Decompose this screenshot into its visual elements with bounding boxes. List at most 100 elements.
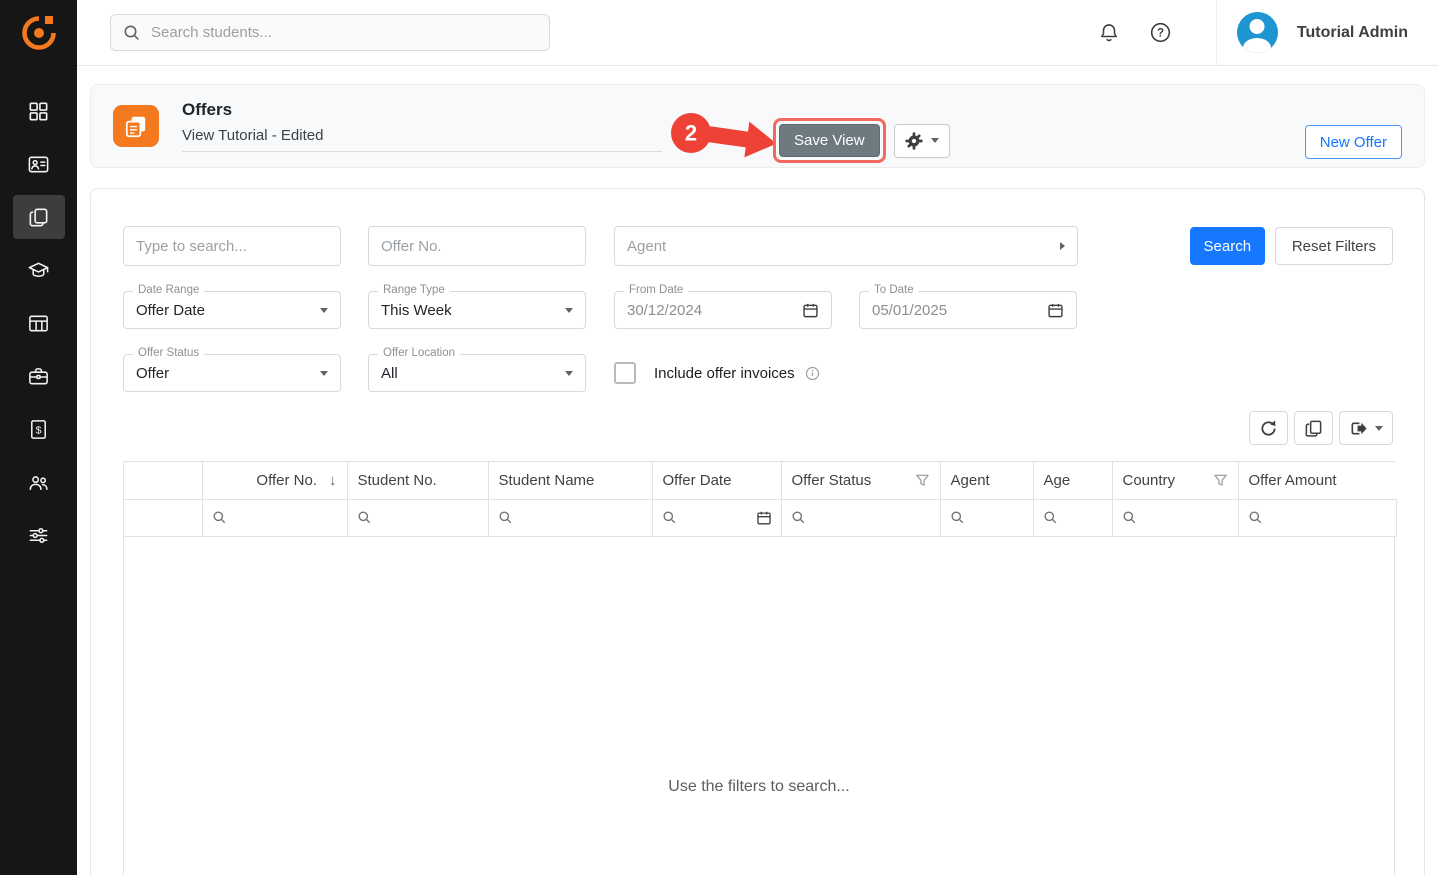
help-icon: ?	[1149, 21, 1172, 44]
copy-button[interactable]	[1294, 411, 1333, 445]
filter-cell-country[interactable]	[1112, 499, 1238, 536]
column-header-offer-date[interactable]: Offer Date	[652, 462, 781, 499]
gear-icon	[904, 131, 924, 151]
calendar-icon[interactable]	[802, 302, 819, 319]
filter-cell-offer-status[interactable]	[781, 499, 940, 536]
sidebar-item-courses[interactable]	[13, 248, 65, 292]
offer-location-select[interactable]: Offer Location All	[368, 354, 586, 392]
offers-icon	[27, 206, 50, 229]
search-icon	[498, 510, 513, 525]
filter-cell-offer-amount[interactable]	[1238, 499, 1396, 536]
brand-logo[interactable]	[0, 0, 77, 65]
sidebar-nav: $	[0, 65, 77, 557]
sidebar-item-dashboard[interactable]	[13, 89, 65, 133]
column-header-student-no[interactable]: Student No.	[347, 462, 488, 499]
column-header-age[interactable]: Age	[1033, 462, 1112, 499]
column-header-agent[interactable]: Agent	[940, 462, 1033, 499]
to-date-field[interactable]: To Date 05/01/2025	[859, 291, 1077, 329]
briefcase-icon	[27, 365, 50, 388]
chevron-down-icon	[1375, 426, 1383, 431]
sidebar-item-students[interactable]	[13, 142, 65, 186]
offers-grid: Offer No. ↓ Student No. Student Name Off…	[123, 461, 1395, 875]
new-offer-button[interactable]: New Offer	[1305, 125, 1402, 159]
notifications-button[interactable]	[1091, 15, 1127, 51]
reset-filters-button[interactable]: Reset Filters	[1275, 227, 1393, 265]
filter-icon[interactable]	[915, 473, 930, 488]
filter-cell-student-no[interactable]	[347, 499, 488, 536]
empty-message: Use the filters to search...	[668, 778, 849, 796]
filter-cell-age[interactable]	[1033, 499, 1112, 536]
filter-icon[interactable]	[1213, 473, 1228, 488]
search-icon	[791, 510, 806, 525]
column-label: Offer Date	[663, 472, 732, 489]
user-menu[interactable]: Tutorial Admin	[1216, 0, 1438, 65]
sidebar-item-agents[interactable]	[13, 460, 65, 504]
range-type-select[interactable]: Range Type This Week	[368, 291, 586, 329]
chevron-down-icon	[931, 138, 939, 143]
refresh-button[interactable]	[1249, 411, 1288, 445]
range-type-label: Range Type	[378, 284, 450, 296]
search-icon	[1248, 510, 1263, 525]
sidebar-item-invoices[interactable]: $	[13, 407, 65, 451]
include-invoices-group: Include offer invoices	[614, 362, 820, 384]
column-header-offer-no[interactable]: Offer No. ↓	[202, 462, 347, 499]
sidebar-item-offers[interactable]	[13, 195, 65, 239]
search-button[interactable]: Search	[1190, 227, 1265, 265]
annotation-step-arrow: 2	[669, 111, 785, 163]
info-icon[interactable]	[805, 366, 820, 381]
view-name-field[interactable]: View Tutorial - Edited	[182, 127, 662, 152]
grid-toolbar	[123, 411, 1393, 445]
filter-cell-agent[interactable]	[940, 499, 1033, 536]
offer-status-select[interactable]: Offer Status Offer	[123, 354, 341, 392]
date-range-select[interactable]: Date Range Offer Date	[123, 291, 341, 329]
avatar	[1237, 12, 1278, 53]
chevron-down-icon	[320, 371, 328, 376]
column-label: Offer Amount	[1249, 472, 1337, 489]
column-label: Student Name	[499, 472, 595, 489]
help-button[interactable]: ?	[1143, 15, 1179, 51]
sort-desc-icon: ↓	[329, 472, 337, 489]
sidebar-item-services[interactable]	[13, 354, 65, 398]
content-area: Offers View Tutorial - Edited 2 Save Vie…	[77, 66, 1438, 875]
column-header-student-name[interactable]: Student Name	[488, 462, 652, 499]
column-header-offer-status[interactable]: Offer Status	[781, 462, 940, 499]
agent-input[interactable]	[627, 238, 1052, 255]
calendar-icon[interactable]	[1047, 302, 1064, 319]
invoices-icon: $	[27, 418, 50, 441]
to-date-value: 05/01/2025	[872, 302, 1039, 319]
export-icon	[1349, 419, 1368, 438]
column-header-offer-amount[interactable]: Offer Amount	[1238, 462, 1396, 499]
offer-location-label: Offer Location	[378, 347, 460, 359]
global-search[interactable]	[110, 14, 550, 51]
chevron-down-icon	[565, 308, 573, 313]
header-actions: Save View	[773, 118, 950, 163]
grid-header-row: Offer No. ↓ Student No. Student Name Off…	[124, 462, 1396, 499]
grid-filter-row	[124, 499, 1396, 536]
offer-no-input[interactable]	[368, 226, 586, 266]
column-label: Agent	[951, 472, 990, 489]
keyword-search-input[interactable]	[123, 226, 341, 266]
from-date-field[interactable]: From Date 30/12/2024	[614, 291, 832, 329]
students-icon	[27, 153, 50, 176]
include-invoices-checkbox[interactable]	[614, 362, 636, 384]
calendar-icon[interactable]	[756, 510, 772, 526]
brand-logo-icon	[19, 13, 59, 53]
save-view-button[interactable]: Save View	[779, 124, 880, 157]
sidebar-item-settings[interactable]	[13, 513, 65, 557]
filter-cell-offer-date[interactable]	[652, 499, 781, 536]
sidebar-item-board[interactable]	[13, 301, 65, 345]
filter-row-1: Search Reset Filters	[123, 226, 1393, 266]
export-button[interactable]	[1339, 411, 1393, 445]
column-header-country[interactable]: Country	[1112, 462, 1238, 499]
filter-cell-offer-no[interactable]	[202, 499, 347, 536]
agent-select[interactable]	[614, 226, 1078, 266]
global-search-input[interactable]	[151, 24, 537, 41]
filter-cell-student-name[interactable]	[488, 499, 652, 536]
settings-sliders-icon	[27, 524, 50, 547]
page-title: Offers	[182, 100, 662, 120]
search-icon	[123, 24, 141, 42]
view-settings-button[interactable]	[894, 124, 950, 158]
column-header-rownum	[124, 462, 202, 499]
column-label: Student No.	[358, 472, 437, 489]
annotation-highlight-box: Save View	[773, 118, 886, 163]
